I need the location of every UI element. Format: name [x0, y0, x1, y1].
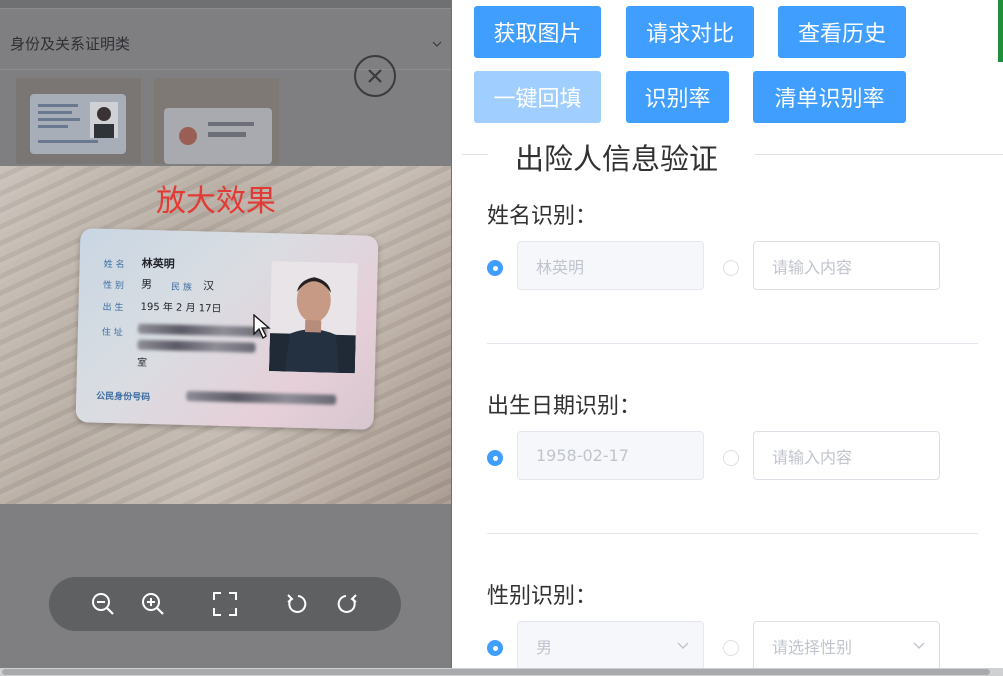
- view-history-button[interactable]: 查看历史: [778, 6, 906, 58]
- mouse-pointer-icon: [253, 314, 271, 339]
- card-birth-label: 出 生: [102, 302, 124, 314]
- card-ethnicity-label: 民 族: [170, 282, 193, 294]
- chevron-down-icon: [677, 642, 689, 649]
- request-compare-button[interactable]: 请求对比: [626, 6, 754, 58]
- zoomed-preview[interactable]: 放大效果 姓 名 林英明 性 别 男 民 族 汉 出 生 195 年 2 月 1…: [0, 166, 451, 504]
- list-recognition-rate-button[interactable]: 清单识别率: [753, 71, 906, 123]
- name-field-label: 姓名识别：: [487, 204, 598, 229]
- gender-recognized-select: 男: [517, 621, 704, 668]
- horizontal-scrollbar[interactable]: [0, 668, 1003, 676]
- card-portrait: [268, 261, 358, 374]
- one-click-fill-button[interactable]: 一键回填: [474, 71, 601, 123]
- chevron-down-icon: [913, 642, 925, 649]
- card-ethnicity-value: 汉: [202, 279, 215, 293]
- birthdate-manual-radio[interactable]: [723, 450, 739, 466]
- birthdate-field-label: 出生日期识别：: [487, 394, 642, 419]
- gender-manual-radio[interactable]: [723, 640, 739, 656]
- thumbnail-image: [154, 78, 279, 164]
- viewer-toolbar: [49, 577, 401, 631]
- name-manual-radio[interactable]: [723, 260, 739, 276]
- address-redaction: [137, 323, 267, 338]
- rotate-right-button[interactable]: [333, 590, 361, 618]
- window-edge-accent: [998, 0, 1003, 62]
- image-viewer-panel: 身份及关系证明类 放大效果 姓 名 林英明 性 别 男 民 族 汉 出 生 19…: [0, 0, 451, 668]
- verification-panel: 获取图片 请求对比 查看历史 一键回填 识别率 清单识别率 出险人信息验证 姓名…: [451, 0, 1003, 668]
- gender-recognized-value: 男: [536, 637, 553, 657]
- card-gender-value: 男: [140, 277, 153, 292]
- portrait-image: [268, 261, 358, 374]
- thumbnail-id-front[interactable]: [16, 78, 141, 164]
- fullscreen-button[interactable]: [211, 590, 239, 618]
- name-recognized-input: 林英明: [517, 241, 704, 290]
- rotate-right-icon: [337, 594, 357, 613]
- birthdate-recognized-radio[interactable]: [487, 450, 503, 466]
- viewer-top-strip: [0, 0, 451, 8]
- field-divider: [487, 343, 978, 344]
- birthdate-manual-input[interactable]: 请输入内容: [753, 431, 940, 480]
- card-birth-value: 195 年 2 月 17日: [140, 301, 222, 315]
- card-name-value: 林英明: [141, 256, 175, 271]
- category-label: 身份及关系证明类: [10, 35, 131, 53]
- id-number-redaction: [186, 390, 337, 405]
- close-viewer-button[interactable]: [354, 55, 396, 97]
- recognition-rate-button[interactable]: 识别率: [626, 71, 729, 123]
- gender-manual-placeholder: 请选择性别: [772, 637, 853, 657]
- fullscreen-icon: [213, 592, 237, 616]
- zoom-title: 放大效果: [156, 184, 276, 219]
- zoom-out-icon: [92, 593, 114, 615]
- card-address-label: 住 址: [101, 327, 123, 339]
- zoom-in-button[interactable]: [139, 590, 167, 618]
- card-id-label: 公民身份号码: [96, 391, 151, 404]
- section-divider-right: [755, 154, 1003, 155]
- close-icon: [368, 69, 382, 83]
- rotate-left-icon: [287, 594, 307, 613]
- section-divider-left: [462, 154, 488, 155]
- card-name-label: 姓 名: [103, 259, 125, 271]
- field-divider: [487, 533, 978, 534]
- chevron-down-icon: [432, 41, 442, 47]
- rotate-left-button[interactable]: [283, 590, 311, 618]
- thumbnail-id-back[interactable]: [154, 78, 279, 164]
- id-card-image: 姓 名 林英明 性 别 男 民 族 汉 出 生 195 年 2 月 17日 住 …: [75, 228, 379, 430]
- zoom-out-button[interactable]: [89, 590, 117, 618]
- name-recognized-radio[interactable]: [487, 260, 503, 276]
- name-manual-input[interactable]: 请输入内容: [753, 241, 940, 290]
- address-redaction: [137, 339, 256, 353]
- gender-recognized-radio[interactable]: [487, 640, 503, 656]
- get-image-button[interactable]: 获取图片: [474, 6, 601, 58]
- birthdate-recognized-input: 1958-02-17: [517, 431, 704, 480]
- card-gender-label: 性 别: [102, 280, 125, 292]
- scrollbar-thumb[interactable]: [2, 669, 990, 675]
- thumbnail-image: [16, 78, 141, 164]
- section-title: 出险人信息验证: [513, 136, 721, 178]
- gender-manual-select[interactable]: 请选择性别: [753, 621, 940, 668]
- zoom-in-icon: [142, 593, 164, 615]
- gender-field-label: 性别识别：: [487, 584, 598, 609]
- card-address-tail: 室: [136, 357, 148, 369]
